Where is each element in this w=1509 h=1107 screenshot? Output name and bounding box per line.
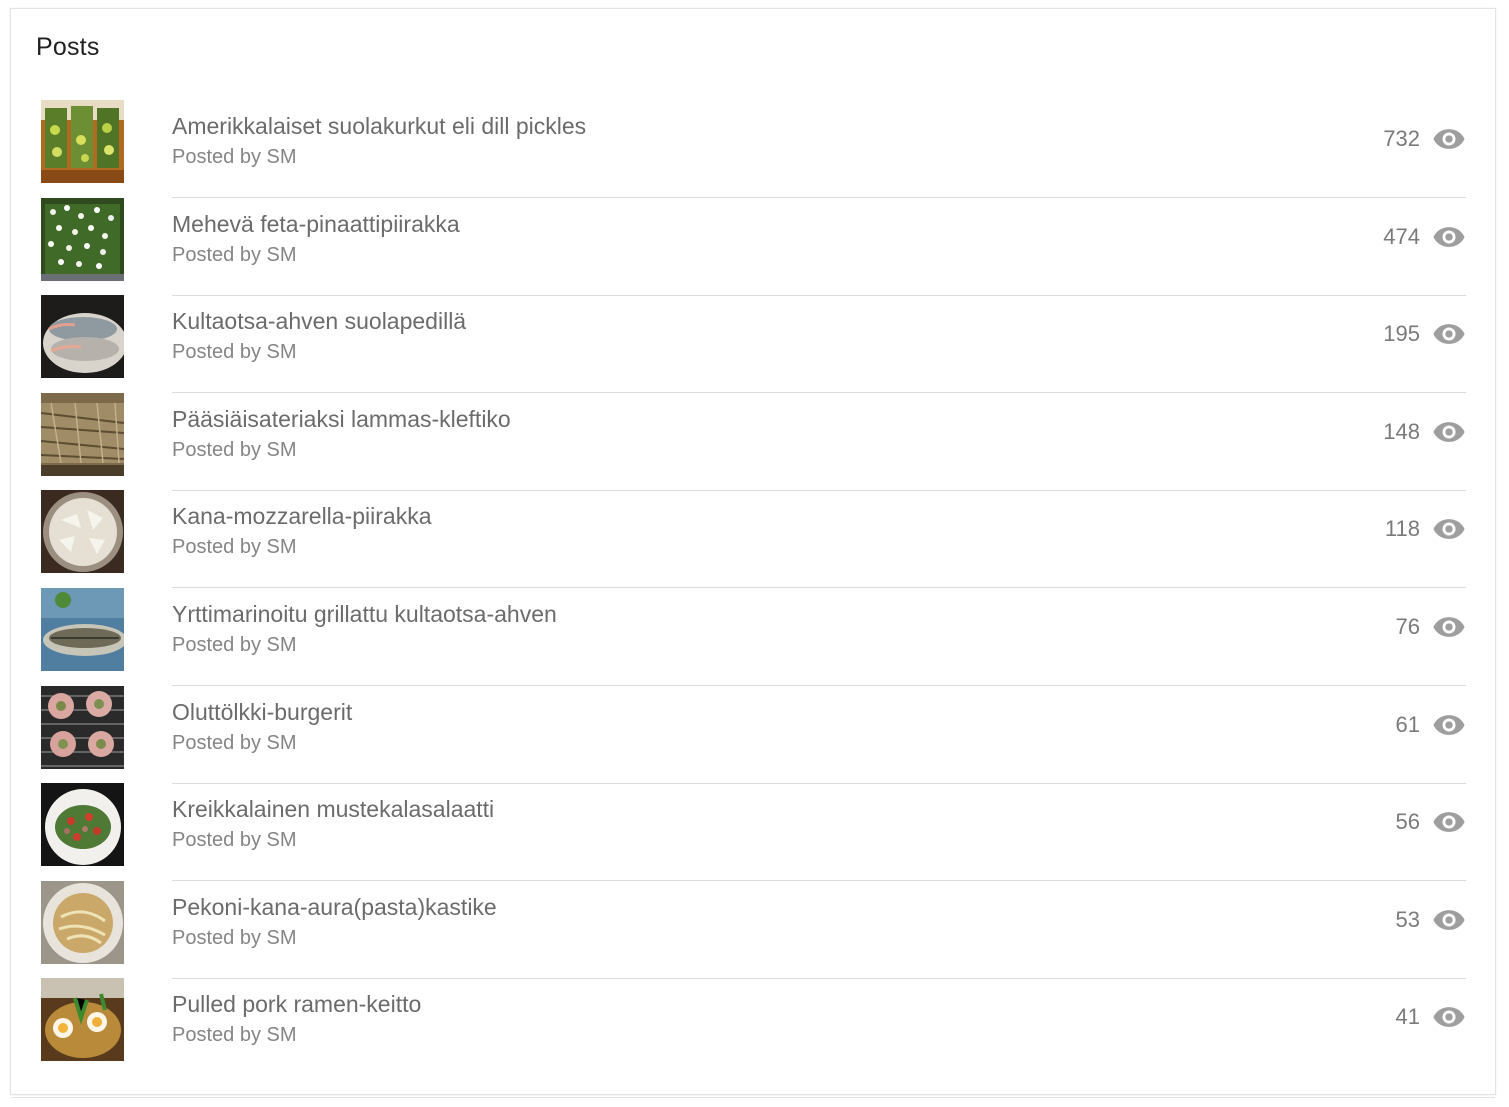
post-thumbnail[interactable]: [41, 880, 124, 964]
post-title[interactable]: Pääsiäisateriaksi lammas-kleftiko: [172, 406, 511, 433]
view-count: 56: [1395, 809, 1420, 835]
post-byline: Posted by SM: [172, 731, 297, 754]
post-title[interactable]: Mehevä feta-pinaattipiirakka: [172, 211, 460, 238]
eye-icon: [1433, 324, 1465, 345]
post-byline: Posted by SM: [172, 146, 297, 168]
post-byline: Posted by SM: [172, 438, 297, 461]
eye-icon: [1433, 617, 1465, 637]
eye-icon: [1433, 812, 1465, 833]
post-byline: Posted by SM: [172, 341, 297, 364]
post-row[interactable]: Pekoni-kana-aura(pasta)kastike Posted by…: [11, 880, 1495, 979]
post-row[interactable]: Pääsiäisateriaksi lammas-kleftiko Posted…: [11, 392, 1495, 491]
post-byline: Posted by SM: [172, 926, 297, 949]
post-title[interactable]: Oluttölkki-burgerit: [172, 699, 352, 726]
panel-title: Posts: [36, 33, 100, 61]
view-count: 195: [1383, 321, 1420, 347]
post-row[interactable]: Oluttölkki-burgerit Posted by SM 61: [11, 685, 1495, 784]
post-byline: Posted by SM: [172, 1024, 297, 1047]
eye-icon: [1433, 129, 1465, 149]
post-byline: Posted by SM: [172, 243, 297, 266]
post-row[interactable]: Mehevä feta-pinaattipiirakka Posted by S…: [11, 197, 1495, 296]
post-row[interactable]: Kultaotsa-ahven suolapedillä Posted by S…: [11, 295, 1495, 394]
post-title[interactable]: Yrttimarinoitu grillattu kultaotsa-ahven: [172, 601, 557, 628]
post-row[interactable]: Yrttimarinoitu grillattu kultaotsa-ahven…: [11, 587, 1495, 686]
view-count: 474: [1383, 223, 1420, 249]
post-thumbnail[interactable]: [41, 100, 124, 183]
view-count: 61: [1395, 711, 1420, 737]
view-count: 53: [1395, 906, 1420, 932]
post-title[interactable]: Kana-mozzarella-piirakka: [172, 503, 432, 530]
post-row[interactable]: Kreikkalainen mustekalasalaatti Posted b…: [11, 783, 1495, 882]
eye-icon: [1433, 519, 1465, 540]
post-thumbnail[interactable]: [41, 490, 124, 574]
post-row[interactable]: Amerikkalaiset suolakurkut eli dill pick…: [11, 100, 1495, 198]
post-thumbnail[interactable]: [41, 392, 124, 476]
post-byline: Posted by SM: [172, 536, 297, 559]
post-thumbnail[interactable]: [41, 295, 124, 379]
post-title[interactable]: Pekoni-kana-aura(pasta)kastike: [172, 894, 497, 921]
eye-icon: [1433, 1007, 1465, 1028]
post-title[interactable]: Kultaotsa-ahven suolapedillä: [172, 308, 466, 335]
posts-panel: Posts Amerikkalaiset suolakurkut eli dil…: [10, 8, 1496, 1098]
post-thumbnail[interactable]: [41, 978, 124, 1062]
view-count: 118: [1384, 516, 1420, 542]
post-byline: Posted by SM: [172, 829, 297, 852]
post-row[interactable]: Kana-mozzarella-piirakka Posted by SM 11…: [11, 490, 1495, 589]
post-thumbnail[interactable]: [41, 197, 124, 281]
post-title[interactable]: Pulled pork ramen-keitto: [172, 991, 421, 1018]
post-title[interactable]: Amerikkalaiset suolakurkut eli dill pick…: [172, 113, 586, 140]
eye-icon: [1433, 909, 1465, 930]
view-count: 41: [1395, 1004, 1420, 1030]
post-byline: Posted by SM: [172, 633, 297, 656]
eye-icon: [1433, 421, 1465, 442]
view-count: 148: [1383, 418, 1420, 444]
post-thumbnail[interactable]: [41, 587, 124, 671]
view-count: 76: [1395, 613, 1420, 639]
panel-bottom-divider: [11, 1097, 1495, 1098]
view-count: 732: [1383, 126, 1420, 151]
eye-icon: [1433, 714, 1465, 735]
post-title[interactable]: Kreikkalainen mustekalasalaatti: [172, 796, 494, 823]
post-row[interactable]: Pulled pork ramen-keitto Posted by SM 41: [11, 978, 1495, 1076]
posts-list: Amerikkalaiset suolakurkut eli dill pick…: [11, 100, 1495, 1076]
eye-icon: [1433, 226, 1465, 247]
post-thumbnail[interactable]: [41, 685, 124, 769]
post-thumbnail[interactable]: [41, 783, 124, 867]
